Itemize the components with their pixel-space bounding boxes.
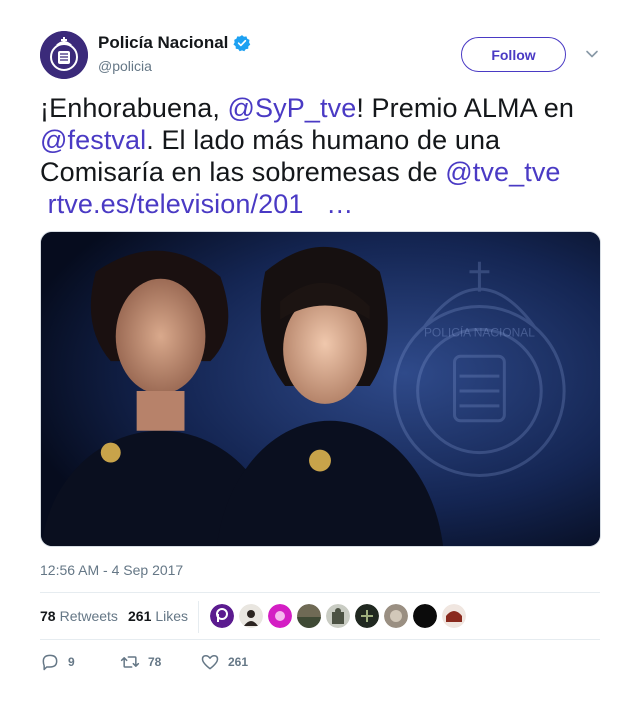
- stats-divider: [198, 601, 199, 633]
- liker-avatar[interactable]: [442, 604, 466, 628]
- tweet-media-image[interactable]: POLICÍA NACIONAL: [40, 231, 601, 547]
- tweet-actions: 9 78 261: [40, 652, 600, 672]
- tweet-text: ¡Enhorabuena, @SyP_tve! Premio ALMA en @…: [40, 92, 600, 220]
- tweet-line: ¡Enhorabuena, @SyP_tve! Premio ALMA en: [40, 92, 600, 124]
- tweet-text-segment: . El lado más humano de una: [146, 125, 501, 155]
- tweet-text-segment: Comisaría en las sobremesas de: [40, 157, 446, 187]
- retweets-count: 78: [40, 608, 56, 624]
- reply-action[interactable]: 9: [40, 652, 75, 672]
- police-badge-icon: [40, 31, 88, 79]
- liker-avatar[interactable]: [384, 604, 408, 628]
- liker-avatar[interactable]: [413, 604, 437, 628]
- liker-avatar[interactable]: [355, 604, 379, 628]
- retweets-stat[interactable]: 78 Retweets: [40, 608, 118, 624]
- url-ellipsis[interactable]: …: [326, 189, 353, 219]
- mention-link[interactable]: @SyP_tve: [228, 93, 357, 123]
- likes-stat[interactable]: 261 Likes: [128, 608, 188, 624]
- url-link[interactable]: rtve.es/television/201: [48, 189, 304, 219]
- media-badge-text: POLICÍA NACIONAL: [424, 324, 535, 339]
- retweet-count: 78: [148, 655, 162, 669]
- heart-icon: [201, 655, 219, 670]
- retweet-icon: [120, 656, 140, 668]
- retweets-label: Retweets: [59, 608, 118, 624]
- tweet-header: Policía Nacional @policia Follow: [40, 31, 600, 81]
- reply-count: 9: [68, 655, 75, 669]
- display-name[interactable]: Policía Nacional: [98, 33, 251, 53]
- like-count: 261: [228, 655, 249, 669]
- liker-avatar[interactable]: [239, 604, 263, 628]
- verified-badge-icon: [233, 35, 251, 52]
- display-name-text[interactable]: Policía Nacional: [98, 33, 228, 53]
- retweet-action[interactable]: 78: [120, 652, 161, 672]
- author-info: Policía Nacional @policia: [98, 33, 251, 74]
- likes-count: 261: [128, 608, 152, 624]
- mention-link[interactable]: @tve_tve: [445, 157, 560, 187]
- like-action[interactable]: 261: [200, 652, 248, 672]
- media-photo: POLICÍA NACIONAL: [41, 232, 600, 546]
- handle[interactable]: @policia: [98, 58, 251, 74]
- tweet-line: Comisaría en las sobremesas de @tve_tve: [40, 156, 600, 188]
- tweet-text-segment: ¡Enhorabuena,: [40, 93, 228, 123]
- tweet-stats: 78 Retweets 261 Likes: [40, 592, 600, 640]
- tweet-text-segment: ! Premio ALMA en: [356, 93, 575, 123]
- tweet-line: rtve.es/television/201 …: [40, 188, 600, 220]
- liker-avatars: [210, 604, 466, 628]
- badge-text: POLICÍA NACIONAL: [424, 324, 535, 339]
- liker-avatar[interactable]: [210, 604, 234, 628]
- chevron-down-icon[interactable]: [585, 47, 599, 61]
- tweet-timestamp[interactable]: 12:56 AM - 4 Sep 2017: [40, 562, 183, 578]
- tweet-line: @festval. El lado más humano de una: [40, 124, 600, 156]
- mention-link[interactable]: @festval: [40, 125, 146, 155]
- liker-avatar[interactable]: [268, 604, 292, 628]
- liker-avatar[interactable]: [326, 604, 350, 628]
- liker-avatar[interactable]: [297, 604, 321, 628]
- reply-icon: [42, 654, 58, 671]
- avatar[interactable]: [40, 31, 88, 79]
- follow-button[interactable]: Follow: [461, 37, 566, 72]
- likes-label: Likes: [155, 608, 189, 624]
